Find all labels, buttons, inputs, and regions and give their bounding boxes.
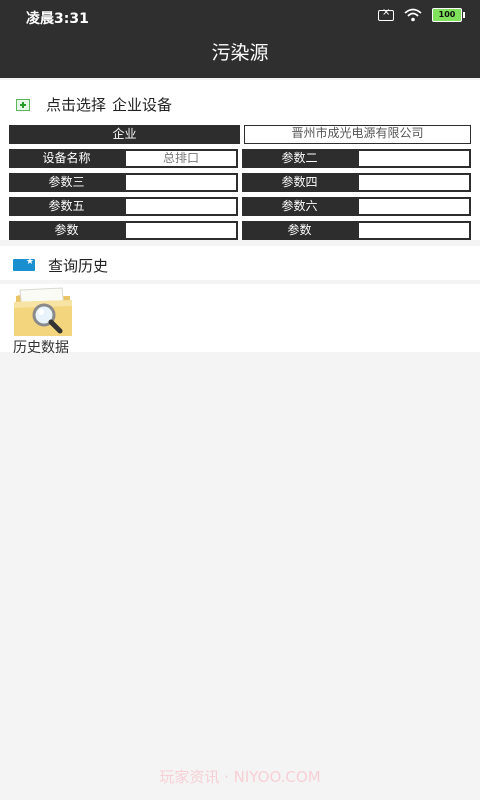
field-label: 参数四 — [242, 173, 357, 192]
param-4-field[interactable] — [357, 173, 471, 192]
form-row: 参数三 参数四 — [9, 173, 471, 192]
folder-magnifier-icon — [14, 287, 72, 336]
field-label: 参数 — [9, 221, 124, 240]
param-b-field[interactable] — [357, 221, 471, 240]
field-param-3: 参数三 — [9, 173, 238, 192]
history-data-button[interactable]: 历史数据 — [12, 286, 82, 356]
field-label: 参数三 — [9, 173, 124, 192]
param-3-field[interactable] — [124, 173, 238, 192]
param-5-field[interactable] — [124, 197, 238, 216]
page-title: 污染源 — [211, 42, 269, 64]
select-plus-icon — [16, 98, 30, 111]
field-label: 参数六 — [242, 197, 357, 216]
field-label: 设备名称 — [9, 149, 124, 168]
app-title-bar: 污染源 — [0, 32, 480, 78]
select-title-target: 企业设备 — [112, 96, 173, 114]
history-section-title: 查询历史 — [48, 257, 109, 275]
status-time: 凌晨3:31 — [26, 11, 89, 27]
form-row: 参数五 参数六 — [9, 197, 471, 216]
form-row: 参数 参数 — [9, 221, 471, 240]
enterprise-value[interactable]: 晋州市成光电源有限公司 — [244, 125, 471, 144]
field-param-a: 参数 — [9, 221, 238, 240]
param-2-field[interactable] — [357, 149, 471, 168]
history-data-label: 历史数据 — [13, 340, 69, 356]
folder-star-icon — [13, 257, 35, 271]
history-section-header: 查询历史 — [0, 246, 480, 280]
wifi-icon — [404, 8, 422, 22]
field-label: 参数五 — [9, 197, 124, 216]
field-param-2: 参数二 — [242, 149, 471, 168]
form-row: 设备名称 总排口 参数二 — [9, 149, 471, 168]
enterprise-row: 企业 晋州市成光电源有限公司 — [9, 125, 471, 144]
select-title-action: 点击选择 — [46, 96, 107, 114]
sim-missing-icon — [378, 7, 394, 21]
field-param-b: 参数 — [242, 221, 471, 240]
field-label: 参数 — [242, 221, 357, 240]
select-device-header[interactable]: 点击选择 企业设备 — [16, 94, 172, 115]
param-6-field[interactable] — [357, 197, 471, 216]
field-param-5: 参数五 — [9, 197, 238, 216]
field-param-6: 参数六 — [242, 197, 471, 216]
device-selection-panel: 点击选择 企业设备 企业 晋州市成光电源有限公司 设备名称 总排口 参数二 参数三… — [0, 80, 480, 240]
field-device-name: 设备名称 总排口 — [9, 149, 238, 168]
param-a-field[interactable] — [124, 221, 238, 240]
status-icons: 100 — [378, 7, 465, 22]
field-label: 参数二 — [242, 149, 357, 168]
status-bar: 凌晨3:31 100 — [0, 0, 480, 32]
enterprise-label: 企业 — [9, 125, 240, 144]
battery-icon: 100 — [432, 8, 465, 22]
watermark: 玩家资讯 · NIYOO.COM — [159, 768, 321, 786]
field-param-4: 参数四 — [242, 173, 471, 192]
history-grid: 历史数据 — [0, 284, 480, 356]
select-device-title[interactable]: 点击选择 企业设备 — [46, 94, 172, 115]
device-name-field[interactable]: 总排口 — [124, 149, 238, 168]
